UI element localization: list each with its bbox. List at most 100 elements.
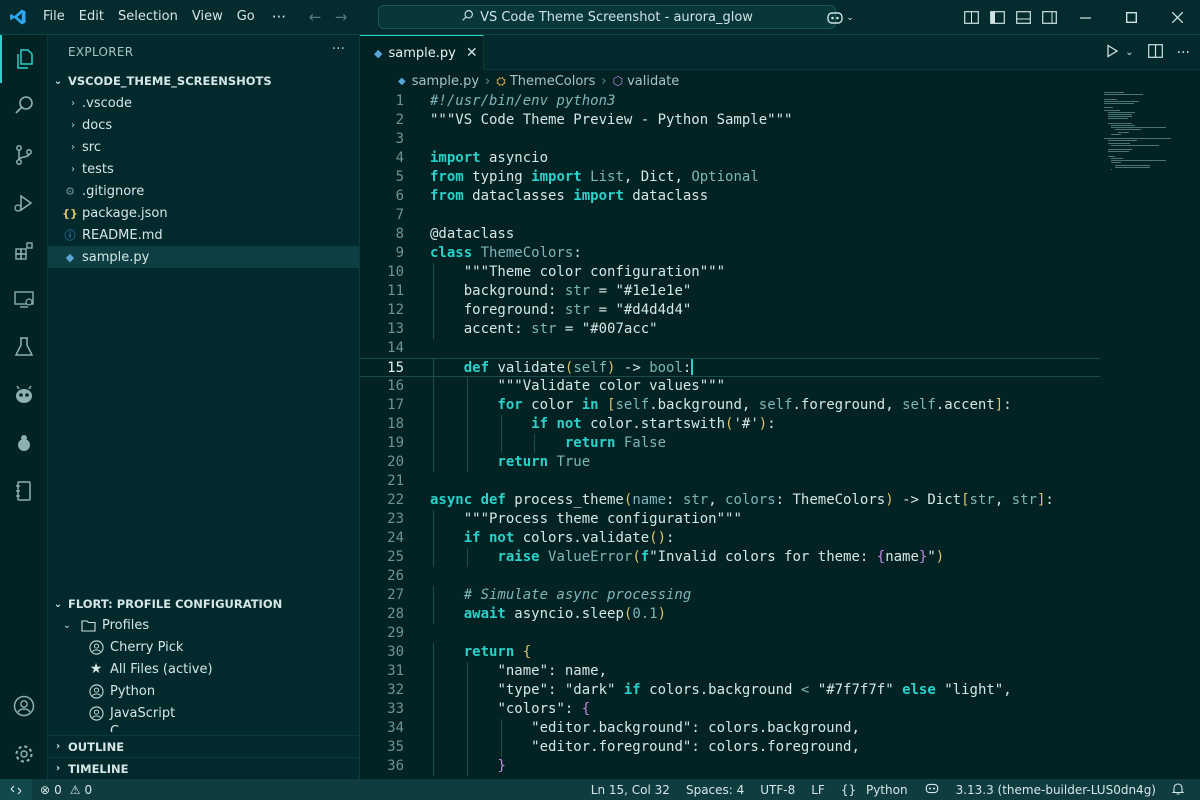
menu-file[interactable]: File [36,6,72,28]
code-line[interactable]: 21 [360,472,1100,491]
menu-edit[interactable]: Edit [72,6,111,28]
profile-item[interactable]: JavaScript [48,702,359,724]
code-line[interactable]: 19 return False [360,434,1100,453]
profile-item[interactable]: Cherry Pick [48,636,359,658]
file-sample-py[interactable]: ◆ sample.py [48,246,359,268]
code-line[interactable]: 12 foreground: str = "#d4d4d4" [360,301,1100,320]
extensions-icon[interactable] [0,227,48,275]
settings-gear-icon[interactable] [0,730,48,778]
customize-layout-icon[interactable] [958,5,984,31]
command-center-search[interactable]: VS Code Theme Screenshot - aurora_glow [378,5,836,29]
close-tab-icon[interactable]: ✕ [466,45,478,61]
minimize-icon[interactable] [1062,0,1108,35]
code-line[interactable]: 29 [360,624,1100,643]
run-icon[interactable] [1105,43,1119,62]
file-gitignore[interactable]: ⚙ .gitignore [48,180,359,202]
code-line[interactable]: 10 """Theme color configuration""" [360,263,1100,282]
file-readme[interactable]: ⓘ README.md [48,224,359,246]
folder-vscode[interactable]: › .vscode [48,92,359,114]
code-line[interactable]: 1 #!/usr/bin/env python3 [360,92,1100,111]
code-line[interactable]: 31 "name": name, [360,662,1100,681]
breadcrumb-file[interactable]: sample.py [412,74,479,89]
search-view-icon[interactable] [0,81,48,129]
code-line[interactable]: 7 [360,206,1100,225]
code-line[interactable]: 5 from typing import List, Dict, Optional [360,168,1100,187]
split-editor-icon[interactable] [1147,43,1163,62]
more-actions-icon[interactable]: ··· [1177,45,1190,61]
code-line[interactable]: 11 background: str = "#1e1e1e" [360,282,1100,301]
profile-item[interactable]: Python [48,680,359,702]
bug-extension-icon[interactable] [0,419,48,467]
code-line[interactable]: 15 def validate(self) -> bool: [360,358,1100,377]
copilot-status-icon[interactable] [916,782,948,798]
code-line[interactable]: 6 from dataclasses import dataclass [360,187,1100,206]
code-line[interactable]: 13 accent: str = "#007acc" [360,320,1100,339]
run-dropdown-icon[interactable]: ⌄ [1125,47,1133,58]
code-line[interactable]: 27 # Simulate async processing [360,586,1100,605]
explorer-more-icon[interactable]: ··· [332,41,345,57]
toggle-secondary-sidebar-icon[interactable] [1036,5,1062,31]
tab-sample-py[interactable]: ◆ sample.py ✕ [360,35,484,70]
profile-item[interactable]: ★ All Files (active) [48,658,359,680]
code-line[interactable]: 22 async def process_theme(name: str, col… [360,491,1100,510]
code-line[interactable]: 35 "editor.foreground": colors.foregroun… [360,738,1100,757]
code-line[interactable]: 3 [360,130,1100,149]
code-line[interactable]: 26 [360,567,1100,586]
code-line[interactable]: 9 class ThemeColors: [360,244,1100,263]
notifications-bell-icon[interactable] [1164,782,1192,798]
code-line[interactable]: 14 [360,339,1100,358]
close-window-icon[interactable] [1154,0,1200,35]
menu-view[interactable]: View [185,6,230,28]
outline-section[interactable]: › OUTLINE [48,735,359,757]
code-line[interactable]: 36 } [360,757,1100,776]
code-line[interactable]: 18 if not color.startswith('#'): [360,415,1100,434]
cursor-position[interactable]: Ln 15, Col 32 [583,783,678,797]
profile-configuration-section[interactable]: ⌄ FLORT: PROFILE CONFIGURATION [48,593,359,615]
end-of-line[interactable]: LF [803,783,833,797]
accounts-icon[interactable] [0,682,48,730]
code-line[interactable]: 8 @dataclass [360,225,1100,244]
remote-explorer-icon[interactable] [0,275,48,323]
code-line[interactable]: 20 return True [360,453,1100,472]
notebook-icon[interactable] [0,467,48,515]
source-control-icon[interactable] [0,131,48,179]
code-line[interactable]: 33 "colors": { [360,700,1100,719]
code-line[interactable]: 4 import asyncio [360,149,1100,168]
encoding[interactable]: UTF-8 [752,783,803,797]
maximize-icon[interactable] [1108,0,1154,35]
toggle-primary-sidebar-icon[interactable] [984,5,1010,31]
alien-extension-icon[interactable] [0,371,48,419]
code-line[interactable]: 28 await asyncio.sleep(0.1) [360,605,1100,624]
minimap[interactable] [1104,92,1184,192]
forward-arrow-icon[interactable]: → [328,8,354,26]
folder-tests[interactable]: › tests [48,158,359,180]
breadcrumb-method[interactable]: validate [627,74,679,89]
folder-docs[interactable]: › docs [48,114,359,136]
timeline-section[interactable]: › TIMELINE [48,757,359,779]
code-line[interactable]: 23 """Process theme configuration""" [360,510,1100,529]
run-debug-icon[interactable] [0,179,48,227]
file-package-json[interactable]: {} package.json [48,202,359,224]
menu-go[interactable]: Go [230,6,262,28]
code-line[interactable]: 24 if not colors.validate(): [360,529,1100,548]
code-line[interactable]: 25 raise ValueError(f"Invalid colors for… [360,548,1100,567]
problems-indicator[interactable]: ⊗ 0 ⚠ 0 [32,783,100,797]
testing-flask-icon[interactable] [0,323,48,371]
toggle-panel-icon[interactable] [1010,5,1036,31]
code-editor[interactable]: 1 #!/usr/bin/env python3 2 """VS Code Theme… [360,92,1100,779]
menu-more-icon[interactable]: ··· [262,8,296,26]
code-line[interactable]: 32 "type": "dark" if colors.background <… [360,681,1100,700]
remote-indicator-icon[interactable] [0,779,32,800]
vscode-logo-icon[interactable] [0,0,36,35]
code-line[interactable]: 30 return { [360,643,1100,662]
copilot-icon[interactable]: ⌄ [822,5,858,31]
code-line[interactable]: 2 """VS Code Theme Preview - Python Sampl… [360,111,1100,130]
explorer-icon[interactable] [0,35,48,83]
code-line[interactable]: 17 for color in [self.background, self.f… [360,396,1100,415]
code-line[interactable]: 16 """Validate color values""" [360,377,1100,396]
workspace-root[interactable]: ⌄ VSCODE_THEME_SCREENSHOTS [48,70,359,92]
breadcrumb-class[interactable]: ThemeColors [510,74,596,89]
back-arrow-icon[interactable]: ← [302,8,328,26]
indentation[interactable]: Spaces: 4 [678,783,752,797]
folder-src[interactable]: › src [48,136,359,158]
